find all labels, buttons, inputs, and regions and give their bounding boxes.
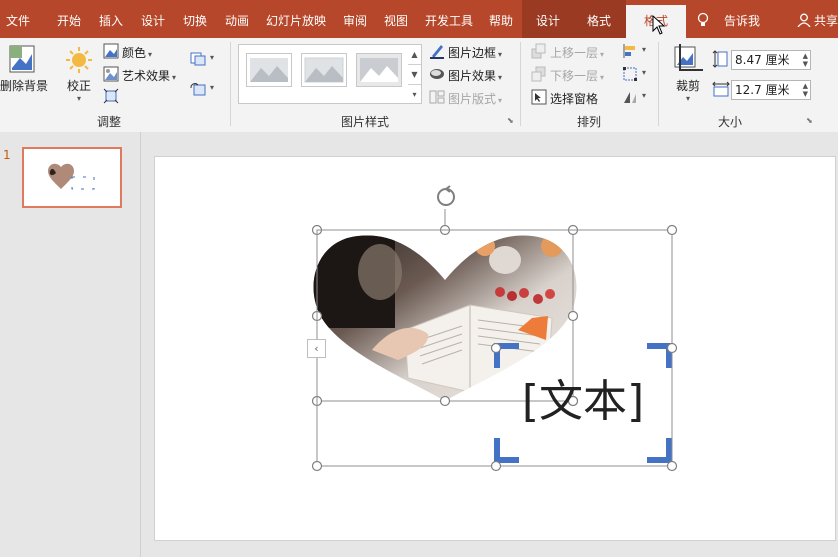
- picture-border-button[interactable]: 图片边框 ▾: [448, 44, 502, 61]
- style-thumbnail[interactable]: [356, 53, 402, 87]
- bring-forward-label: 上移一层: [550, 46, 599, 60]
- shape-width-input[interactable]: 12.7 厘米 ▲ ▼: [731, 80, 811, 100]
- chevron-down-icon: ▾: [210, 83, 215, 92]
- chevron-down-icon: ▾: [172, 73, 177, 82]
- picture-styles-group-label: 图片样式: [341, 115, 390, 129]
- lightbulb-icon: [697, 12, 709, 26]
- width-spinner[interactable]: ▲ ▼: [803, 82, 808, 98]
- height-spinner[interactable]: ▲ ▼: [803, 52, 808, 68]
- tab-review[interactable]: 审阅: [343, 12, 367, 29]
- shape-height-input[interactable]: 8.47 厘米 ▲ ▼: [731, 50, 811, 70]
- style-thumbnail[interactable]: [301, 53, 347, 87]
- chevron-down-icon: ▾: [498, 96, 503, 105]
- tab-slideshow[interactable]: 幻灯片放映: [266, 12, 326, 29]
- text-placeholder[interactable]: [文本]: [497, 372, 669, 432]
- crop-button[interactable]: 裁剪: [676, 77, 700, 94]
- slide-canvas[interactable]: [154, 156, 836, 541]
- group-separator: [658, 42, 659, 126]
- picture-effects-icon: [430, 69, 444, 79]
- arrange-group-label: 排列: [577, 115, 602, 129]
- chevron-down-icon: ▾: [498, 73, 503, 82]
- tab-animations[interactable]: 动画: [225, 12, 249, 29]
- gallery-more-icon[interactable]: ▾: [408, 85, 421, 104]
- size-group-label: 大小: [718, 115, 743, 129]
- chevron-down-icon: ▾: [642, 45, 647, 54]
- tab-home[interactable]: 开始: [57, 12, 81, 29]
- chevron-down-icon: ▾: [642, 68, 647, 77]
- tab-file[interactable]: 文件: [6, 12, 30, 29]
- scroll-up-icon[interactable]: ▲: [408, 45, 421, 65]
- selection-pane-icon: [531, 89, 547, 105]
- tab-shape-design[interactable]: 设计: [536, 12, 560, 29]
- dialog-launcher-icon[interactable]: ⬊: [507, 116, 514, 125]
- crop-icon: [674, 44, 703, 71]
- picture-layout-icon: [429, 90, 445, 104]
- corrections-sun-icon: [66, 47, 92, 73]
- slide-thumbnail[interactable]: [22, 147, 122, 208]
- bring-forward-icon: [531, 43, 546, 59]
- color-button[interactable]: 颜色 ▾: [122, 44, 152, 61]
- remove-background-icon: [9, 45, 35, 73]
- adjust-group-label: 调整: [97, 115, 122, 129]
- chevron-down-icon: ▾: [686, 94, 691, 103]
- selection-pane-button[interactable]: 选择窗格: [550, 90, 598, 107]
- color-icon: [103, 43, 119, 59]
- shape-height-value: 8.47 厘米: [735, 53, 790, 67]
- artistic-effects-button[interactable]: 艺术效果 ▾: [122, 67, 176, 84]
- group-separator: [230, 42, 231, 126]
- group-separator: [520, 42, 521, 126]
- chevron-down-icon: ▾: [77, 94, 82, 103]
- chevron-down-icon: ▾: [600, 73, 605, 82]
- tab-transitions[interactable]: 切换: [183, 12, 207, 29]
- thumbnail-heart-picture: [48, 163, 95, 190]
- picture-effects-button[interactable]: 图片效果 ▾: [448, 67, 502, 84]
- tab-bar: [0, 0, 838, 38]
- artistic-effects-label: 艺术效果: [122, 69, 171, 83]
- user-icon: [797, 13, 811, 27]
- shape-width-value: 12.7 厘米: [735, 83, 790, 97]
- compress-pictures-icon[interactable]: [103, 88, 119, 104]
- group-objects-icon[interactable]: [622, 66, 638, 82]
- bring-forward-button[interactable]: 上移一层 ▾: [550, 44, 604, 61]
- dialog-launcher-icon[interactable]: ⬊: [806, 116, 813, 125]
- align-icon[interactable]: [622, 43, 638, 59]
- remove-background-button[interactable]: 删除背景: [0, 77, 48, 94]
- share-button[interactable]: 共享: [814, 12, 838, 29]
- chevron-down-icon: ▾: [498, 50, 503, 59]
- mouse-cursor-icon: [652, 15, 666, 35]
- tab-help[interactable]: 帮助: [489, 12, 513, 29]
- picture-border-icon: [430, 45, 444, 59]
- picture-effects-label: 图片效果: [448, 69, 497, 83]
- chevron-down-icon: ▾: [600, 50, 605, 59]
- tab-shape-format[interactable]: 格式: [587, 12, 611, 29]
- rotate-icon[interactable]: [622, 89, 638, 105]
- color-label: 颜色: [122, 46, 147, 60]
- chevron-left-icon[interactable]: ‹: [307, 339, 326, 358]
- send-backward-icon: [531, 66, 546, 82]
- shape-height-icon: [712, 50, 728, 68]
- send-backward-button[interactable]: 下移一层 ▾: [550, 67, 604, 84]
- chevron-down-icon: ▾: [148, 50, 153, 59]
- corrections-button[interactable]: 校正: [67, 77, 91, 94]
- tab-design[interactable]: 设计: [141, 12, 165, 29]
- scroll-down-icon[interactable]: ▼: [408, 65, 421, 85]
- tab-insert[interactable]: 插入: [99, 12, 123, 29]
- tab-view[interactable]: 视图: [384, 12, 408, 29]
- chevron-down-icon: ▾: [210, 53, 215, 62]
- reset-picture-icon[interactable]: [190, 82, 206, 96]
- style-thumbnail[interactable]: [246, 53, 292, 87]
- picture-border-label: 图片边框: [448, 46, 497, 60]
- slide-number: 1: [3, 148, 11, 162]
- shape-width-icon: [712, 81, 730, 97]
- gallery-scrollbar[interactable]: ▲ ▼ ▾: [408, 44, 422, 104]
- tab-developer[interactable]: 开发工具: [425, 12, 473, 29]
- send-backward-label: 下移一层: [550, 69, 599, 83]
- picture-layout-button[interactable]: 图片版式 ▾: [448, 90, 502, 107]
- chevron-down-icon: ▾: [642, 91, 647, 100]
- tell-me-search[interactable]: 告诉我: [724, 12, 760, 29]
- picture-layout-label: 图片版式: [448, 92, 497, 106]
- change-picture-icon[interactable]: [190, 52, 206, 66]
- artistic-effects-icon: [103, 66, 119, 82]
